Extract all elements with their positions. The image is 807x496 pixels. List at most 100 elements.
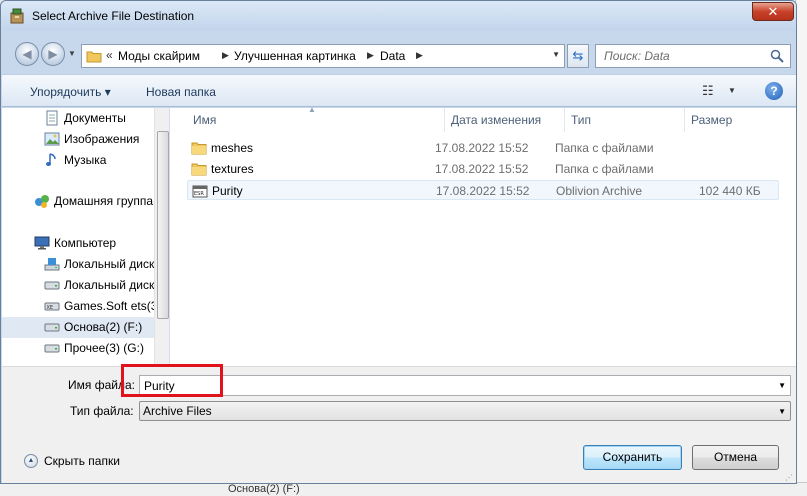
nav-item-games-soft[interactable]: XE Games.Soft ets(3: [2, 296, 161, 317]
file-list: ▲ Имя Дата изменения Тип Размер meshes 1… [171, 105, 796, 366]
svg-text:XE: XE [47, 305, 54, 311]
view-options-icon[interactable]: ☷ [702, 83, 714, 99]
history-dropdown-icon[interactable]: ▼ [68, 49, 76, 58]
documents-icon [46, 110, 58, 126]
annotation-highlight-box [121, 364, 223, 397]
resize-grip-icon[interactable]: ⋰ [785, 473, 793, 482]
breadcrumb-mods[interactable]: Моды скайрим [118, 49, 200, 63]
file-date: 17.08.2022 15:52 [436, 184, 530, 198]
nav-item-local-disk-d[interactable]: Локальный диск [2, 275, 154, 296]
nav-item-local-disk-c[interactable]: Локальный диск [2, 254, 154, 275]
double-chevron-icon[interactable]: « [106, 48, 113, 62]
nav-item-osnova-f[interactable]: Основа(2) (F:) [2, 317, 154, 338]
file-date: 17.08.2022 15:52 [435, 141, 529, 155]
search-placeholder: Поиск: Data [604, 49, 670, 63]
file-name: meshes [211, 141, 254, 155]
file-name: textures [211, 162, 254, 176]
breadcrumb-separator-icon[interactable]: ▶ [367, 50, 374, 61]
filetype-label: Тип файла: [70, 404, 134, 418]
close-icon: ✕ [767, 4, 779, 19]
file-date: 17.08.2022 15:52 [435, 162, 529, 176]
arrow-right-icon: ▶ [48, 47, 58, 61]
nav-item-pictures[interactable]: Изображения [2, 129, 154, 150]
nav-label: Прочее(3) (G:) [64, 341, 144, 355]
folder-icon [191, 163, 207, 176]
command-toolbar: Упорядочить ▾ Новая папка ☷ ▼ ? [2, 74, 796, 107]
filetype-value: Archive Files [143, 404, 212, 418]
browser-content: Документы Изображения Музыка Домашняя гр… [2, 105, 796, 366]
address-dropdown-icon[interactable]: ▼ [552, 50, 560, 59]
refresh-icon: ⇆ [572, 48, 584, 63]
column-header-name[interactable]: Имя [187, 108, 445, 132]
view-dropdown-icon[interactable]: ▼ [728, 86, 736, 95]
column-header-size[interactable]: Размер [685, 108, 779, 132]
nav-label: Документы [64, 111, 126, 125]
navigation-row: ◀ ▶ ▼ « Моды скайрим ▶ Улучшенная картин… [7, 39, 792, 68]
column-header-date[interactable]: Дата изменения [445, 108, 565, 132]
breadcrumb-data[interactable]: Data [380, 49, 405, 63]
column-header-type[interactable]: Тип [565, 108, 685, 132]
chevron-up-icon: ▲ [24, 454, 38, 468]
window-title: Select Archive File Destination [32, 9, 195, 23]
drive-icon [44, 323, 60, 332]
save-form: Имя файла: Purity ▼ Тип файла: Archive F… [2, 364, 796, 483]
filename-input[interactable]: Purity ▼ [139, 375, 791, 396]
svg-text:ESR: ESR [194, 191, 204, 197]
address-bar[interactable]: « Моды скайрим ▶ Улучшенная картинка ▶ D… [81, 44, 565, 68]
filename-dropdown-icon[interactable]: ▼ [778, 381, 786, 390]
computer-icon [34, 236, 50, 250]
drive-icon [44, 281, 60, 290]
close-button[interactable]: ✕ [752, 2, 794, 21]
hide-folders-label: Скрыть папки [44, 454, 120, 468]
nav-label: Изображения [64, 132, 140, 146]
nav-item-music[interactable]: Музыка [2, 150, 154, 171]
nav-scrollbar[interactable] [154, 108, 169, 366]
system-drive-icon [44, 258, 60, 271]
arrow-left-icon: ◀ [22, 47, 32, 61]
filetype-dropdown-icon[interactable]: ▼ [778, 407, 786, 416]
pictures-icon [44, 132, 60, 146]
file-size: 102 440 КБ [699, 184, 761, 198]
nav-item-prochee-g[interactable]: Прочее(3) (G:) [2, 338, 154, 359]
nav-label: Основа(2) (F:) [64, 320, 143, 334]
save-dialog: Select Archive File Destination ✕ ◀ ▶ ▼ … [0, 0, 797, 484]
title-bar[interactable]: Select Archive File Destination ✕ [1, 1, 796, 31]
breadcrumb-separator-icon[interactable]: ▶ [416, 50, 423, 61]
nav-label: Домашняя группа [54, 194, 154, 208]
filetype-select[interactable]: Archive Files ▼ [139, 401, 791, 421]
homegroup-icon [35, 195, 49, 208]
file-row-meshes[interactable]: meshes 17.08.2022 15:52 Папка с файлами [187, 138, 779, 158]
cancel-button[interactable]: Отмена [692, 445, 779, 470]
nav-label: Компьютер [54, 236, 117, 250]
organize-button[interactable]: Упорядочить ▾ [30, 85, 111, 99]
app-icon [10, 8, 24, 24]
nav-label: Games.Soft ets(3: [64, 299, 161, 313]
folder-icon [191, 142, 207, 155]
forward-button[interactable]: ▶ [41, 42, 65, 66]
bsa-file-icon: ESR [192, 185, 208, 198]
nav-item-computer[interactable]: Компьютер [2, 233, 154, 254]
search-input[interactable]: Поиск: Data [595, 44, 791, 68]
breadcrumb-separator-icon[interactable]: ▶ [222, 50, 229, 61]
back-button[interactable]: ◀ [15, 42, 39, 66]
search-icon [770, 49, 784, 63]
file-row-purity[interactable]: ESR Purity 17.08.2022 15:52 Oblivion Arc… [187, 180, 779, 200]
navigation-pane: Документы Изображения Музыка Домашняя гр… [2, 108, 170, 366]
nav-label: Локальный диск [64, 257, 155, 271]
help-button[interactable]: ? [765, 82, 783, 100]
nav-item-homegroup[interactable]: Домашняя группа [2, 191, 154, 212]
refresh-button[interactable]: ⇆ [567, 44, 589, 68]
file-name: Purity [212, 184, 243, 198]
new-folder-button[interactable]: Новая папка [146, 85, 216, 99]
nav-label: Локальный диск [64, 278, 155, 292]
background-text: Основа(2) (F:) [228, 483, 300, 495]
file-row-textures[interactable]: textures 17.08.2022 15:52 Папка с файлам… [187, 159, 779, 179]
nav-item-documents[interactable]: Документы [2, 108, 154, 129]
save-button[interactable]: Сохранить [583, 445, 682, 470]
breadcrumb-enhanced-picture[interactable]: Улучшенная картинка [234, 49, 356, 63]
file-type: Папка с файлами [555, 141, 654, 155]
file-type: Папка с файлами [555, 162, 654, 176]
nav-scrollbar-thumb[interactable] [157, 131, 169, 319]
music-icon [46, 153, 56, 166]
drive-icon [44, 344, 60, 353]
